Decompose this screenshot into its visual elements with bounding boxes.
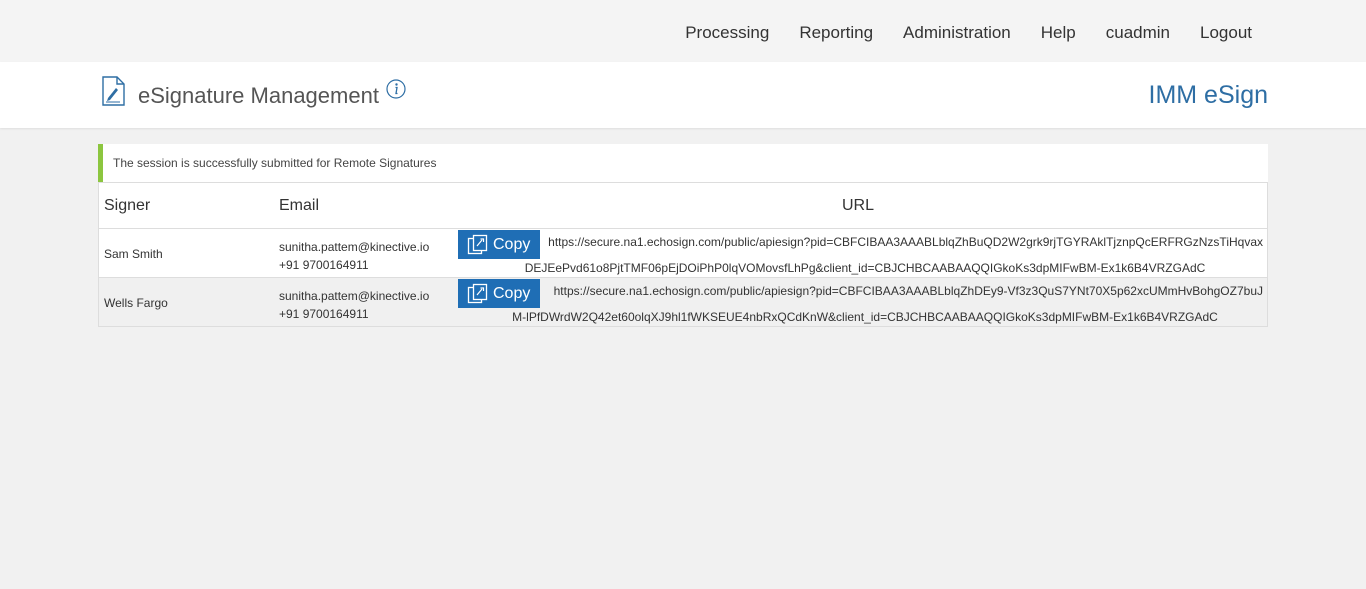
copy-url-button[interactable]: Copy (458, 279, 540, 308)
column-header-signer: Signer (104, 197, 151, 214)
signer-name: Wells Fargo (104, 296, 168, 310)
document-signature-icon (102, 76, 125, 106)
copy-icon (467, 283, 488, 303)
nav-help[interactable]: Help (1041, 23, 1076, 43)
nav-administration[interactable]: Administration (903, 23, 1011, 43)
signers-table: Signer Email URL Sam Smith sunitha.patte… (98, 182, 1268, 327)
copy-label: Copy (493, 284, 531, 302)
table-header: Signer Email URL (99, 183, 1267, 229)
brand-name: IMM eSign (1148, 81, 1268, 109)
nav-reporting[interactable]: Reporting (799, 23, 873, 43)
signer-email: sunitha.pattem@kinective.io (279, 289, 430, 303)
nav-logout[interactable]: Logout (1200, 23, 1252, 43)
column-header-email: Email (279, 197, 320, 214)
nav-user-menu[interactable]: cuadmin (1106, 23, 1170, 43)
top-navigation: Processing Reporting Administration Help… (0, 0, 1366, 62)
nav-processing[interactable]: Processing (685, 23, 769, 43)
signing-url: https://secure.na1.echosign.com/public/a… (553, 284, 1263, 298)
copy-url-button[interactable]: Copy (458, 230, 540, 259)
page-title: eSignature Management (138, 83, 379, 108)
success-alert: The session is successfully submitted fo… (98, 144, 1268, 182)
page-header: eSignature Management IMM eSign (0, 62, 1366, 128)
signing-url: https://secure.na1.echosign.com/public/a… (548, 235, 1263, 249)
signer-contact: sunitha.pattem@kinective.io +91 97001649… (279, 238, 429, 274)
top-menu: Processing Reporting Administration Help… (655, 0, 1252, 66)
signer-phone: +91 9700164911 (279, 307, 369, 321)
signer-phone: +91 9700164911 (279, 258, 369, 272)
signing-url-continued: M-lPfDWrdW2Q42et60olqXJ9hl1fWKSEUE4nbRxQ… (512, 310, 1218, 324)
info-icon[interactable] (386, 79, 406, 99)
signer-name: Sam Smith (104, 247, 163, 261)
signer-email: sunitha.pattem@kinective.io (279, 240, 430, 254)
column-header-url: URL (842, 197, 875, 214)
copy-label: Copy (493, 235, 531, 253)
signer-contact: sunitha.pattem@kinective.io +91 97001649… (279, 287, 429, 323)
table-row: Wells Fargo sunitha.pattem@kinective.io … (99, 278, 1267, 326)
signing-url-continued: DEJEePvd61o8PjtTMF06pEjDOiPhP0lqVOMovsfL… (524, 261, 1206, 275)
alert-message: The session is successfully submitted fo… (113, 156, 437, 170)
copy-icon (467, 234, 488, 254)
table-row: Sam Smith sunitha.pattem@kinective.io +9… (99, 229, 1267, 278)
